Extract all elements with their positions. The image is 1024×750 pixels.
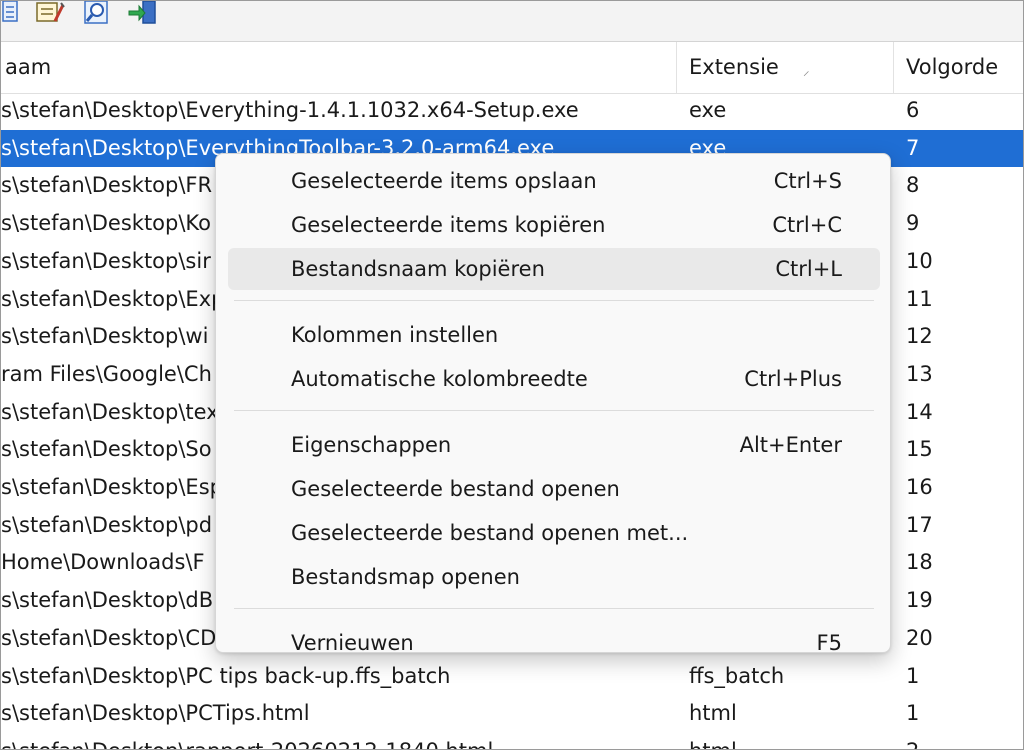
column-order-header[interactable]: Volgorde [906, 42, 998, 93]
extension-cell: exe [689, 98, 727, 122]
document-icon[interactable] [1, 1, 23, 25]
extension-cell: html [689, 701, 737, 726]
order-cell: 6 [906, 98, 920, 122]
order-cell: 11 [906, 286, 933, 311]
file-path-cell: ram Files\Google\Ch [1, 361, 212, 386]
file-path-cell: Home\Downloads\F [1, 550, 205, 575]
menu-item-kolommen-instellen[interactable]: Kolommen instellen [228, 314, 880, 356]
menu-item-geselecteerde-bestand-openen-met[interactable]: Geselecteerde bestand openen met... [228, 512, 880, 554]
menu-item-label: Eigenschappen [291, 433, 452, 457]
menu-item-label: Geselecteerde items kopiëren [291, 213, 606, 237]
order-cell: 10 [906, 248, 933, 273]
column-extension-header[interactable]: Extensie [689, 42, 779, 93]
order-cell: 2 [906, 733, 919, 749]
menu-item-automatische-kolombreedte[interactable]: Automatische kolombreedte Ctrl+Plus [228, 358, 880, 400]
menu-item-geselecteerde-items-opslaan[interactable]: Geselecteerde items opslaan Ctrl+S [228, 160, 880, 202]
menu-item-label: Geselecteerde items opslaan [291, 169, 597, 193]
order-cell: 17 [906, 512, 933, 537]
menu-item-label: Kolommen instellen [291, 323, 499, 347]
order-cell: 1 [906, 663, 920, 688]
menu-separator [234, 300, 874, 301]
menu-item-bestandsmap-openen[interactable]: Bestandsmap openen [228, 556, 880, 598]
order-cell: 16 [906, 475, 933, 499]
order-cell: 15 [906, 437, 933, 462]
menu-separator [234, 410, 874, 411]
table-row[interactable]: s\stefan\Desktop\PCTips.html html 1 [1, 695, 1023, 733]
menu-item-bestandsnaam-kopi-ren[interactable]: Bestandsnaam kopiëren Ctrl+L [228, 248, 880, 290]
file-path-cell: s\stefan\Desktop\Everything-1.4.1.1032.x… [1, 98, 579, 122]
menu-item-shortcut: Alt+Enter [739, 433, 842, 457]
order-cell: 13 [906, 361, 933, 386]
menu-item-label: Automatische kolombreedte [291, 367, 588, 391]
properties-icon[interactable] [35, 1, 65, 25]
file-path-cell: s\stefan\Desktop\Exp [1, 286, 225, 311]
column-header: aam Extensie ⸝ Volgorde [1, 42, 1023, 94]
file-path-cell: s\stefan\Desktop\So [1, 437, 212, 462]
exit-icon[interactable] [127, 1, 159, 25]
file-path-cell: s\stefan\Desktop\dB [1, 588, 214, 613]
order-cell: 14 [906, 399, 933, 424]
order-cell: 9 [906, 211, 920, 236]
extension-cell: html [689, 733, 737, 749]
menu-item-vernieuwen[interactable]: Vernieuwen F5 [228, 622, 880, 664]
order-cell: 18 [906, 550, 933, 575]
menu-item-shortcut: Ctrl+L [775, 257, 842, 281]
file-path-cell: s\stefan\Desktop\Esp [1, 475, 223, 499]
menu-separator [234, 608, 874, 609]
menu-item-label: Bestandsnaam kopiëren [291, 257, 545, 281]
results-window: aam Extensie ⸝ Volgorde s\stefan\Desktop… [0, 0, 1024, 750]
order-cell: 1 [906, 701, 920, 726]
order-cell: 7 [906, 135, 920, 160]
menu-item-shortcut: Ctrl+Plus [744, 367, 842, 391]
file-path-cell: s\stefan\Desktop\FR [1, 173, 213, 198]
file-path-cell: s\stefan\Desktop\tex [1, 399, 219, 424]
order-cell: 20 [906, 625, 933, 650]
file-path-cell: s\stefan\Desktop\wi [1, 324, 209, 349]
column-divider[interactable] [893, 42, 894, 93]
menu-item-shortcut: Ctrl+S [773, 169, 842, 193]
table-row[interactable]: s\stefan\Desktop\rapport-20260212-1840.h… [1, 733, 1023, 749]
file-path-cell: s\stefan\Desktop\pd [1, 512, 213, 537]
menu-item-label: Geselecteerde bestand openen [291, 477, 620, 501]
file-path-cell: s\stefan\Desktop\sir [1, 248, 211, 273]
sort-ascending-icon: ⸝ [803, 64, 810, 79]
table-row[interactable]: s\stefan\Desktop\Everything-1.4.1.1032.x… [1, 92, 1023, 130]
menu-item-eigenschappen[interactable]: Eigenschappen Alt+Enter [228, 424, 880, 466]
menu-item-label: Bestandsmap openen [291, 565, 520, 589]
menu-item-geselecteerde-bestand-openen[interactable]: Geselecteerde bestand openen [228, 468, 880, 510]
column-name-header[interactable]: aam [5, 42, 51, 93]
menu-item-label: Geselecteerde bestand openen met... [291, 521, 689, 545]
order-cell: 19 [906, 588, 933, 613]
file-path-cell: s\stefan\Desktop\Ko [1, 211, 212, 236]
column-divider[interactable] [676, 42, 677, 93]
menu-item-geselecteerde-items-kopi-ren[interactable]: Geselecteerde items kopiëren Ctrl+C [228, 204, 880, 246]
menu-item-shortcut: Ctrl+C [772, 213, 842, 237]
toolbar [1, 1, 1023, 42]
menu-item-label: Vernieuwen [291, 631, 414, 655]
file-path-cell: s\stefan\Desktop\CD [1, 625, 217, 650]
order-cell: 12 [906, 324, 933, 349]
file-path-cell: s\stefan\Desktop\PCTips.html [1, 701, 310, 726]
menu-item-shortcut: F5 [816, 631, 842, 655]
context-menu: Geselecteerde items opslaan Ctrl+S Geselec… [215, 153, 891, 655]
search-icon[interactable] [83, 1, 111, 25]
file-path-cell: s\stefan\Desktop\rapport-20260212-1840.h… [1, 733, 493, 749]
order-cell: 8 [906, 173, 920, 198]
